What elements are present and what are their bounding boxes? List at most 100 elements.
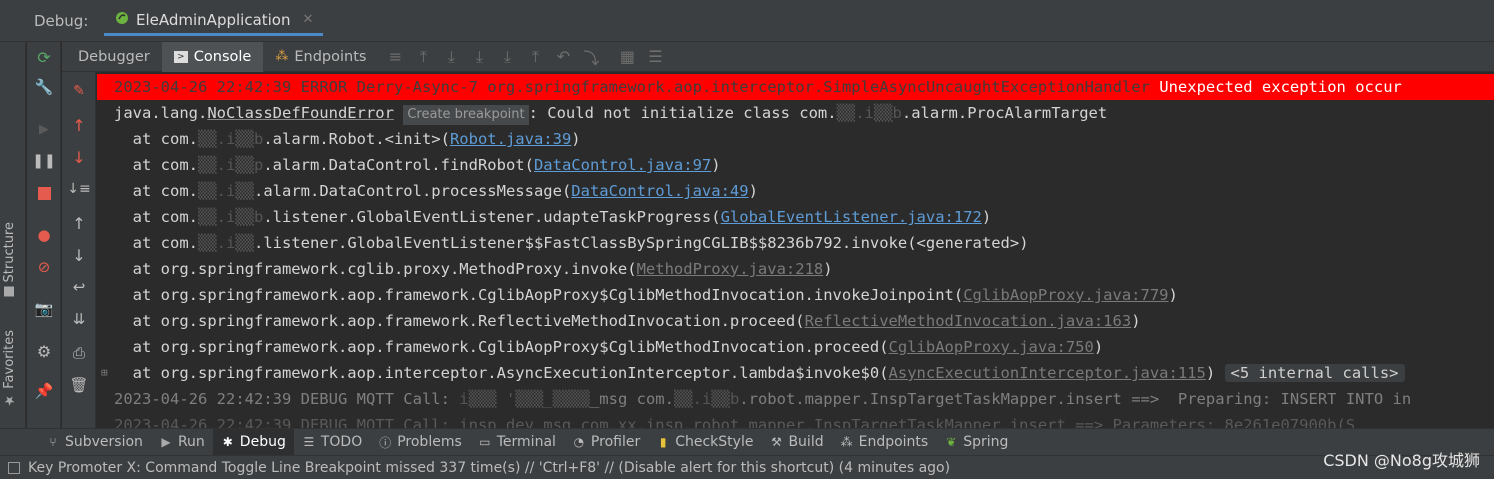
down-arrow-icon[interactable]: ↓ <box>68 244 90 266</box>
up-arrow-icon[interactable]: ↑ <box>68 212 90 234</box>
wrench-icon[interactable]: 🔧 <box>33 76 55 98</box>
soft-wrap-icon[interactable]: ↩ <box>68 276 90 298</box>
stack-frame-text: at org.springframework.cglib.proxy.Metho… <box>114 260 637 278</box>
settings-icon[interactable]: ⚙ <box>33 340 55 362</box>
source-file-link[interactable]: CglibAopProxy.java:779 <box>963 286 1168 304</box>
tab-endpoints[interactable]: ⁂ Endpoints <box>263 42 378 72</box>
source-file-link[interactable]: AsyncExecutionInterceptor.java:115 <box>889 364 1206 382</box>
up-stack-icon[interactable]: ↑ <box>68 114 90 136</box>
pause-icon[interactable]: ❚❚ <box>32 150 55 172</box>
debug-log-suffix: .robot.mapper.InspTargetTaskMapper.inser… <box>739 390 1412 408</box>
view-breakpoints-icon[interactable]: ● <box>33 224 55 246</box>
console-output[interactable]: 2023-04-26 22:42:39 ERROR Derry-Async-7 … <box>97 72 1494 428</box>
stop-icon[interactable] <box>33 182 55 204</box>
source-file-link[interactable]: MethodProxy.java:218 <box>637 260 824 278</box>
structure-tab[interactable]: Structure <box>2 222 17 297</box>
tab-spring[interactable]: ❦ Spring <box>936 429 1016 456</box>
step-out-icon[interactable]: ⤒ <box>524 46 546 68</box>
redacted-text: ▒▒.i▒▒b <box>836 104 902 122</box>
redacted-text: ▒▒.i▒▒ <box>198 182 254 200</box>
source-file-link[interactable]: DataControl.java:49 <box>571 182 748 200</box>
debug-log-line: 2023-04-26 22:42:39 DEBUG MQTT Call: i▒▒… <box>114 386 1411 412</box>
exception-message: : Could not initialize class com. <box>528 104 837 122</box>
debug-log-middle: _msg com. <box>589 390 674 408</box>
source-file-link[interactable]: DataControl.java:97 <box>534 156 711 174</box>
source-file-link[interactable]: Robot.java:39 <box>450 130 571 148</box>
terminal-icon: ▭ <box>479 435 491 449</box>
tab-profiler-label: Profiler <box>590 434 641 450</box>
exception-class-link[interactable]: NoClassDefFoundError <box>207 104 394 122</box>
tab-endpoints-bottom[interactable]: ⁂ Endpoints <box>832 429 937 456</box>
sort-icon[interactable]: ↓≡ <box>67 178 90 200</box>
tab-debug[interactable]: ✱ Debug <box>212 428 294 456</box>
close-icon[interactable]: ✕ <box>303 12 314 27</box>
problems-icon: ⓘ <box>379 435 392 450</box>
run-to-cursor-icon[interactable]: ⤵ <box>580 46 602 68</box>
stack-frame-text: at org.springframework.aop.framework.Ref… <box>114 312 805 330</box>
trash-icon[interactable]: 🗑 <box>68 374 90 396</box>
source-file-link[interactable]: ReflectiveMethodInvocation.java:163 <box>805 312 1132 330</box>
trace-icon[interactable]: ☰ <box>644 46 666 68</box>
tab-problems-label: Problems <box>397 434 462 450</box>
mute-breakpoints-icon[interactable]: ⊘ <box>33 256 55 278</box>
tab-subversion-label: Subversion <box>65 434 143 450</box>
down-stack-icon[interactable]: ↓ <box>68 146 90 168</box>
watermark: CSDN @No8g攻城狮 <box>1323 451 1480 470</box>
structure-tab-label: Structure <box>2 222 17 283</box>
create-breakpoint-tooltip[interactable]: Create breakpoint <box>403 105 529 125</box>
menu-icon[interactable]: ≡ <box>384 46 406 68</box>
step-into-icon[interactable]: ⤓ <box>468 46 490 68</box>
stack-frame-line: at org.springframework.aop.interceptor.A… <box>114 360 1405 386</box>
tab-problems[interactable]: ⓘ Problems <box>370 429 470 456</box>
print-icon[interactable]: ⎙ <box>68 342 90 364</box>
run-icon: ▶ <box>161 435 171 449</box>
redacted-text: ▒▒.i▒▒p <box>198 156 264 174</box>
resume-icon[interactable]: ▶ <box>33 118 55 140</box>
stack-frame-line: at com.▒▒.i▒▒p.alarm.DataControl.findRob… <box>114 152 721 178</box>
scroll-to-end-icon[interactable]: ⇊ <box>68 308 90 330</box>
force-step-into-icon[interactable]: ⤓ <box>496 46 518 68</box>
tab-subversion[interactable]: ⑂ Subversion <box>38 429 151 456</box>
stack-frame-method: .listener.GlobalEventListener$$FastClass… <box>254 234 1029 252</box>
structure-icon <box>4 286 15 297</box>
camera-icon[interactable]: 📷 <box>33 298 55 320</box>
console-toolbar: ✎ ↑ ↓ ↓≡ ↑ ↓ ↩ ⇊ ⎙ 🗑 <box>62 72 96 428</box>
internal-calls-fold[interactable]: <5 internal calls> <box>1224 364 1405 382</box>
status-text[interactable]: Key Promoter X: Command Toggle Line Brea… <box>28 460 950 476</box>
profiler-icon: ◔ <box>573 435 585 449</box>
run-config-tab[interactable]: EleAdminApplication ✕ <box>104 6 324 36</box>
error-log-line: 2023-04-26 22:42:39 ERROR Derry-Async-7 … <box>97 74 1494 100</box>
redacted-text: i▒▒▒ '▒▒▒_▒▒▒▒ <box>459 390 590 408</box>
show-execution-point-icon[interactable]: ⤒ <box>412 46 434 68</box>
tab-checkstyle[interactable]: ▮ CheckStyle <box>648 429 761 456</box>
source-file-link[interactable]: GlobalEventListener.java:172 <box>721 208 982 226</box>
stack-frame-close: ) <box>1168 286 1178 304</box>
tab-build-label: Build <box>788 434 824 450</box>
tool-window-toggle-icon[interactable] <box>8 461 20 474</box>
tab-console[interactable]: > Console <box>161 41 264 72</box>
source-file-link[interactable]: CglibAopProxy.java:750 <box>889 338 1094 356</box>
pin-icon[interactable]: 📌 <box>33 380 55 402</box>
tab-todo[interactable]: ☰ TODO <box>294 429 370 456</box>
tab-profiler[interactable]: ◔ Profiler <box>564 429 648 456</box>
stack-frame-text: at org.springframework.aop.framework.Cgl… <box>114 286 964 304</box>
favorites-tab[interactable]: ★ Favorites <box>2 330 17 408</box>
star-icon: ★ <box>2 392 17 408</box>
stack-frame-method: .alarm.DataControl.processMessage( <box>254 182 572 200</box>
stack-frame-close: ) <box>1093 338 1104 356</box>
log-message: Unexpected exception occur <box>1159 78 1402 96</box>
debug-log-line-2: 2023-04-26 22:42:39 DEBUG MQTT Call: ins… <box>114 412 1355 428</box>
rerun-icon[interactable]: ⟳ <box>33 46 55 68</box>
step-over-icon[interactable]: ⤓ <box>440 46 462 68</box>
tab-debugger[interactable]: Debugger <box>62 42 162 72</box>
tab-build[interactable]: ⚒ Build <box>761 429 831 456</box>
stack-frame-close: ) <box>1131 312 1141 330</box>
tab-terminal-label: Terminal <box>496 434 556 450</box>
evaluate-expression-icon[interactable]: ▦ <box>616 46 638 68</box>
tab-terminal[interactable]: ▭ Terminal <box>470 429 564 456</box>
fold-icon[interactable]: ⊞ <box>101 366 108 379</box>
tab-run[interactable]: ▶ Run <box>151 429 213 456</box>
drop-frame-icon[interactable]: ↶ <box>552 46 574 68</box>
debug-log-line-2-text: 2023-04-26 22:42:39 DEBUG MQTT Call: ins… <box>114 416 1356 428</box>
clear-all-icon[interactable]: ✎ <box>68 80 90 102</box>
